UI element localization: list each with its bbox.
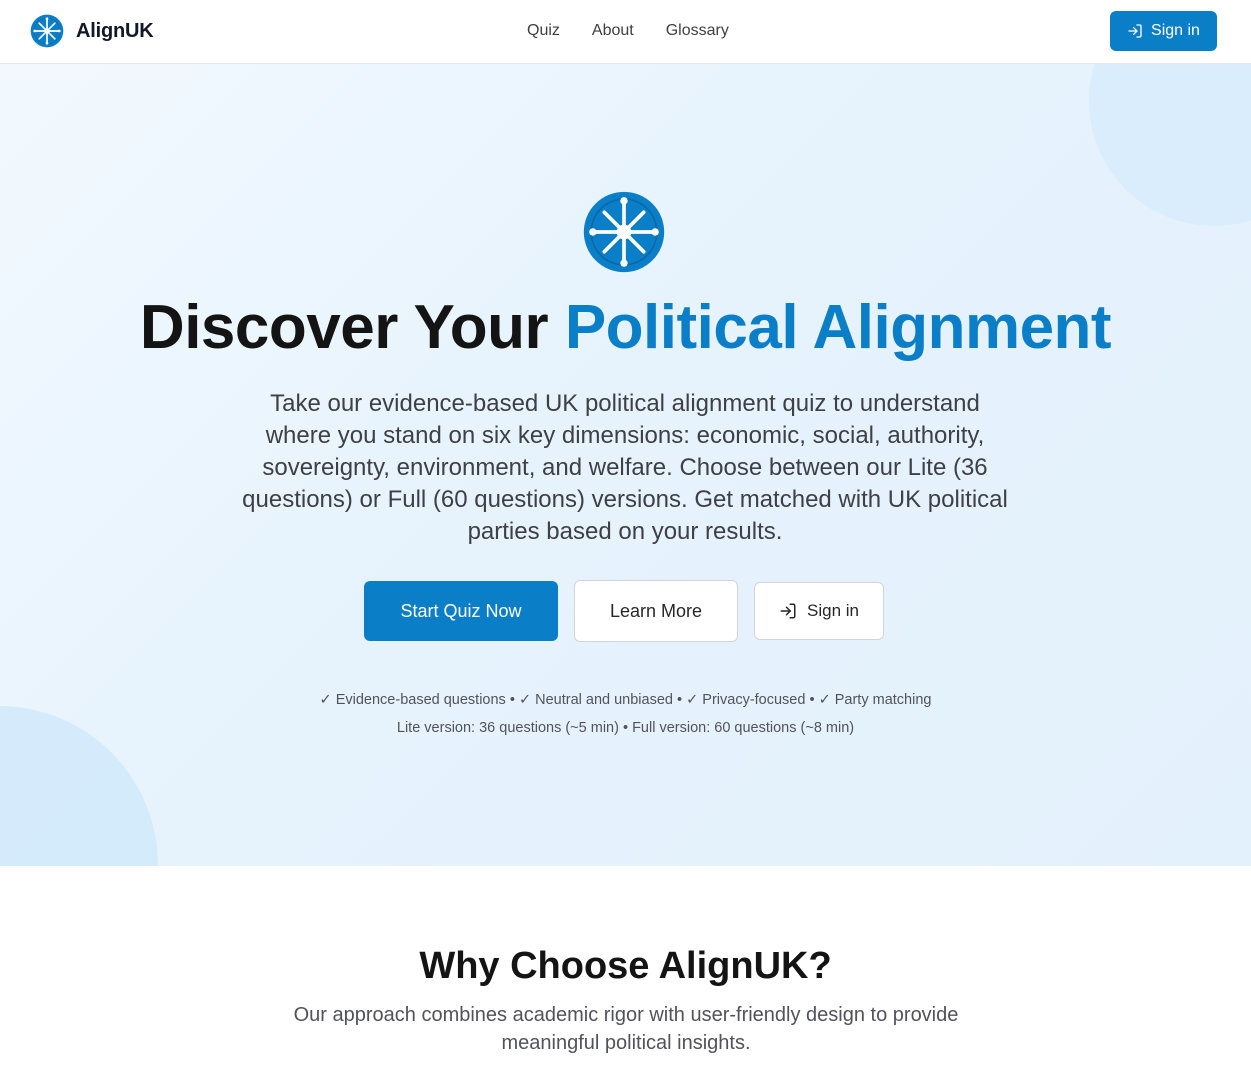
brand[interactable]: AlignUK bbox=[30, 14, 154, 48]
hero-description: Take our evidence-based UK political ali… bbox=[242, 390, 1008, 545]
feature-list: ✓ Evidence-based questions • ✓ Neutral a… bbox=[319, 692, 932, 708]
sign-in-arrow-icon bbox=[780, 603, 796, 619]
header-sign-in-button[interactable]: Sign in bbox=[1110, 11, 1217, 51]
why-section-title: Why Choose AlignUK? bbox=[419, 945, 832, 987]
hero-title-plain: Discover Your bbox=[139, 293, 565, 362]
hero-section: Discover Your Political Alignment Take o… bbox=[0, 64, 1251, 866]
hero-sign-in-label: Sign in bbox=[807, 601, 859, 620]
nav-link-glossary[interactable]: Glossary bbox=[650, 20, 745, 42]
nav-link-about[interactable]: About bbox=[576, 20, 650, 42]
site-header: AlignUK Quiz About Glossary Sign in bbox=[0, 0, 1251, 64]
learn-more-button[interactable]: Learn More bbox=[574, 580, 738, 642]
hero-title-accent: Political Alignment bbox=[564, 293, 1112, 362]
compass-logo-icon bbox=[30, 14, 64, 48]
version-info: Lite version: 36 questions (~5 min) • Fu… bbox=[396, 720, 855, 736]
header-sign-in-label: Sign in bbox=[1151, 22, 1200, 39]
why-section-description: Our approach combines academic rigor wit… bbox=[293, 1004, 959, 1054]
main-nav: Quiz About Glossary bbox=[511, 20, 745, 42]
sign-in-arrow-icon bbox=[1128, 24, 1142, 38]
brand-name: AlignUK bbox=[76, 19, 154, 42]
start-quiz-button[interactable]: Start Quiz Now bbox=[364, 581, 558, 641]
nav-link-quiz[interactable]: Quiz bbox=[511, 20, 576, 42]
compass-logo-icon bbox=[583, 191, 665, 273]
decorative-circle-top bbox=[1089, 64, 1251, 226]
hero-sign-in-button[interactable]: Sign in bbox=[754, 582, 884, 640]
hero-title: Discover Your Political Alignment bbox=[0, 292, 1251, 364]
